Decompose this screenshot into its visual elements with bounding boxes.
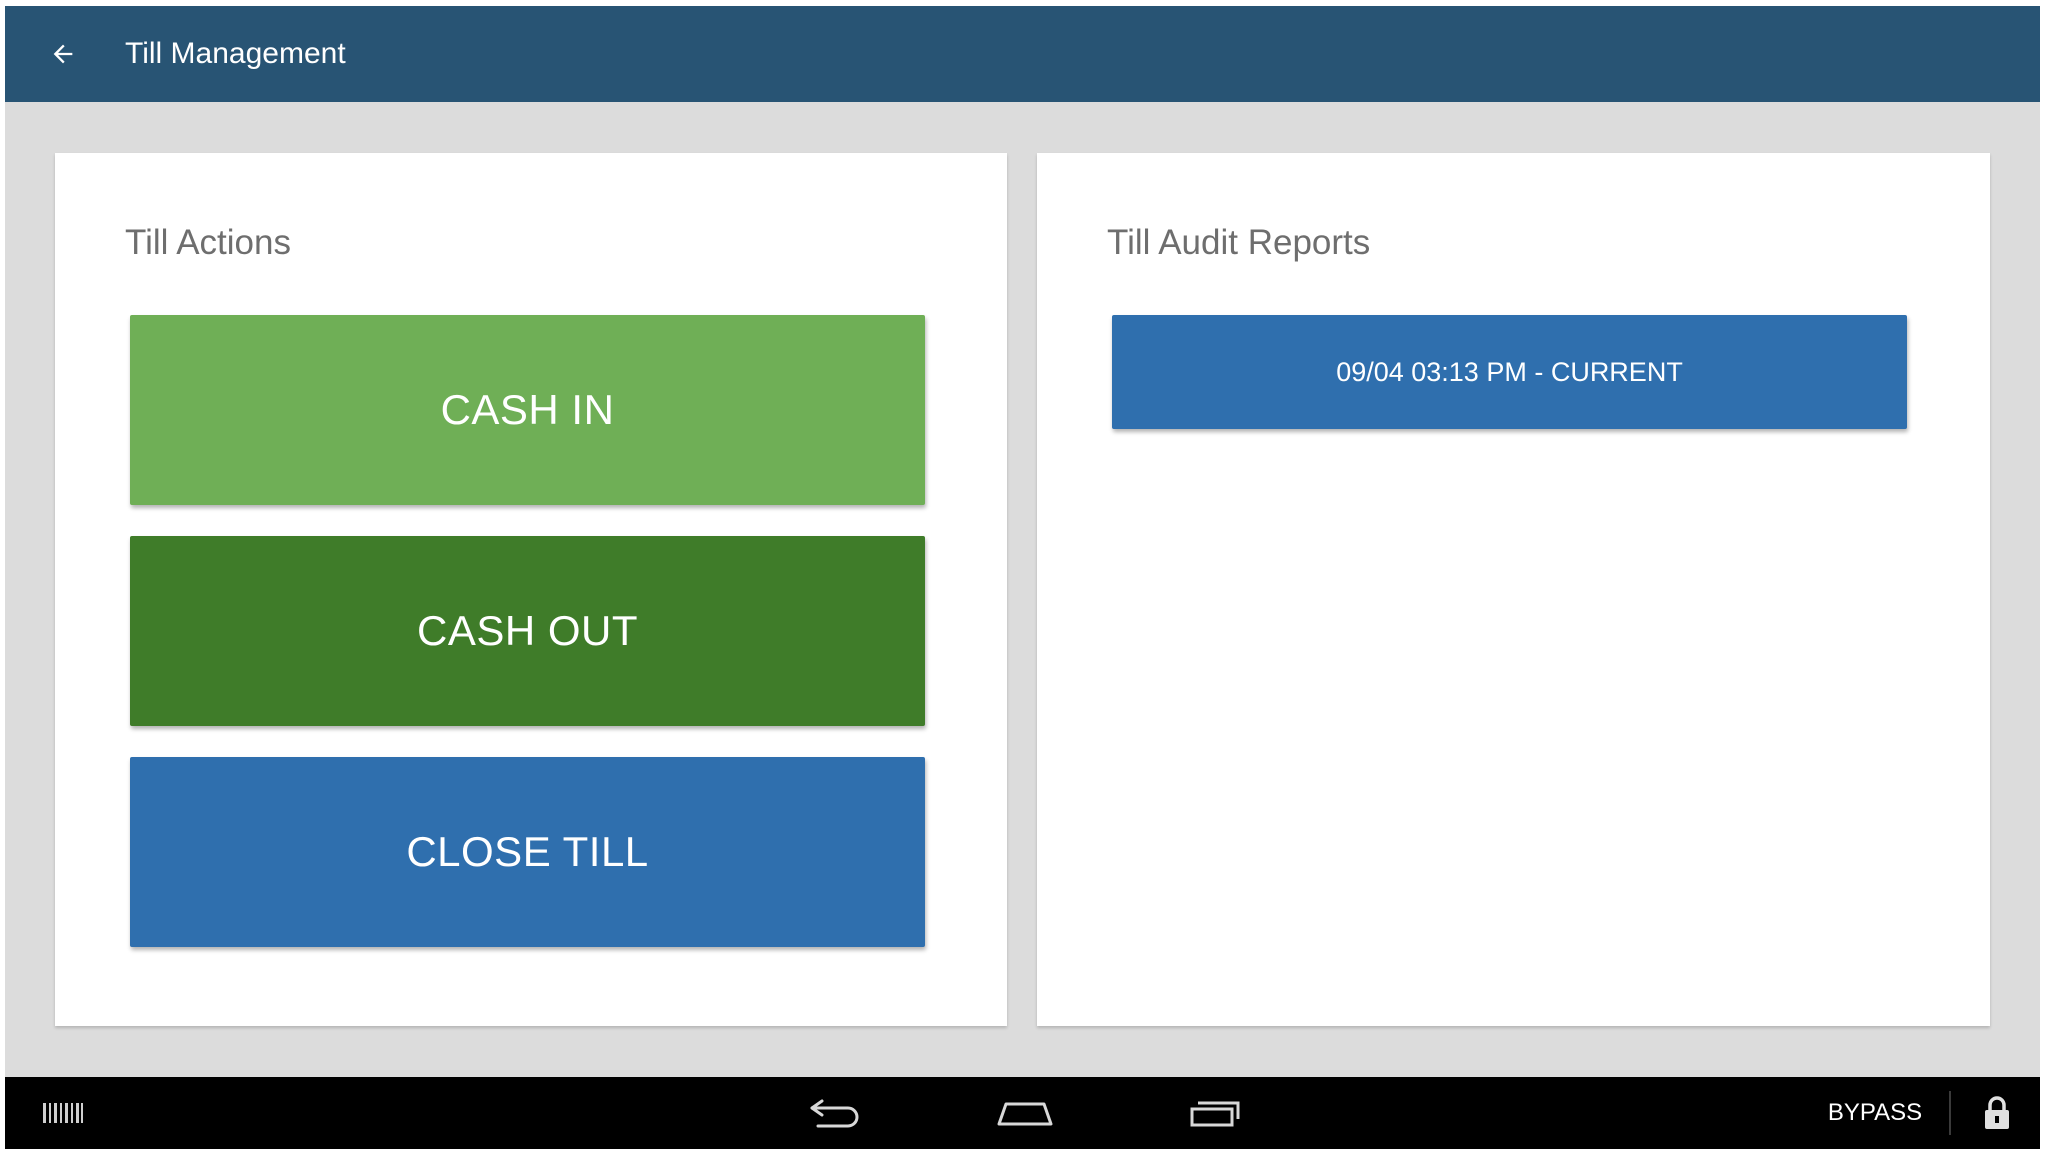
back-nav-icon	[810, 1099, 859, 1128]
home-nav-icon	[997, 1102, 1053, 1126]
app-bar: Till Management	[5, 6, 2040, 102]
nav-home-button[interactable]	[990, 1077, 1060, 1149]
till-audit-reports-title: Till Audit Reports	[1107, 223, 1371, 262]
till-actions-title: Till Actions	[125, 223, 291, 262]
back-button[interactable]	[37, 30, 89, 78]
system-nav-bar: BYPASS	[5, 1077, 2040, 1149]
audit-report-current-button[interactable]: 09/04 03:13 PM - CURRENT	[1112, 315, 1907, 429]
bypass-button[interactable]: BYPASS	[1805, 1077, 1945, 1149]
close-till-button[interactable]: CLOSE TILL	[130, 757, 925, 947]
arrow-left-icon	[53, 44, 73, 64]
till-actions-card: Till Actions CASH IN CASH OUT CLOSE TILL	[55, 153, 1007, 1026]
barcode-button[interactable]	[35, 1077, 91, 1149]
recents-nav-icon	[1190, 1101, 1240, 1127]
nav-back-button[interactable]	[800, 1077, 870, 1149]
lock-button[interactable]	[1971, 1077, 2023, 1149]
nav-divider	[1949, 1091, 1951, 1135]
cash-in-button[interactable]: CASH IN	[130, 315, 925, 505]
till-audit-reports-card: Till Audit Reports 09/04 03:13 PM - CURR…	[1037, 153, 1990, 1026]
nav-recents-button[interactable]	[1180, 1077, 1250, 1149]
cash-out-button[interactable]: CASH OUT	[130, 536, 925, 726]
lock-icon	[1985, 1096, 2009, 1129]
page-title: Till Management	[125, 37, 346, 70]
barcode-icon	[43, 1103, 83, 1123]
app-screen: Till Management Till Actions CASH IN CAS…	[5, 6, 2040, 1149]
